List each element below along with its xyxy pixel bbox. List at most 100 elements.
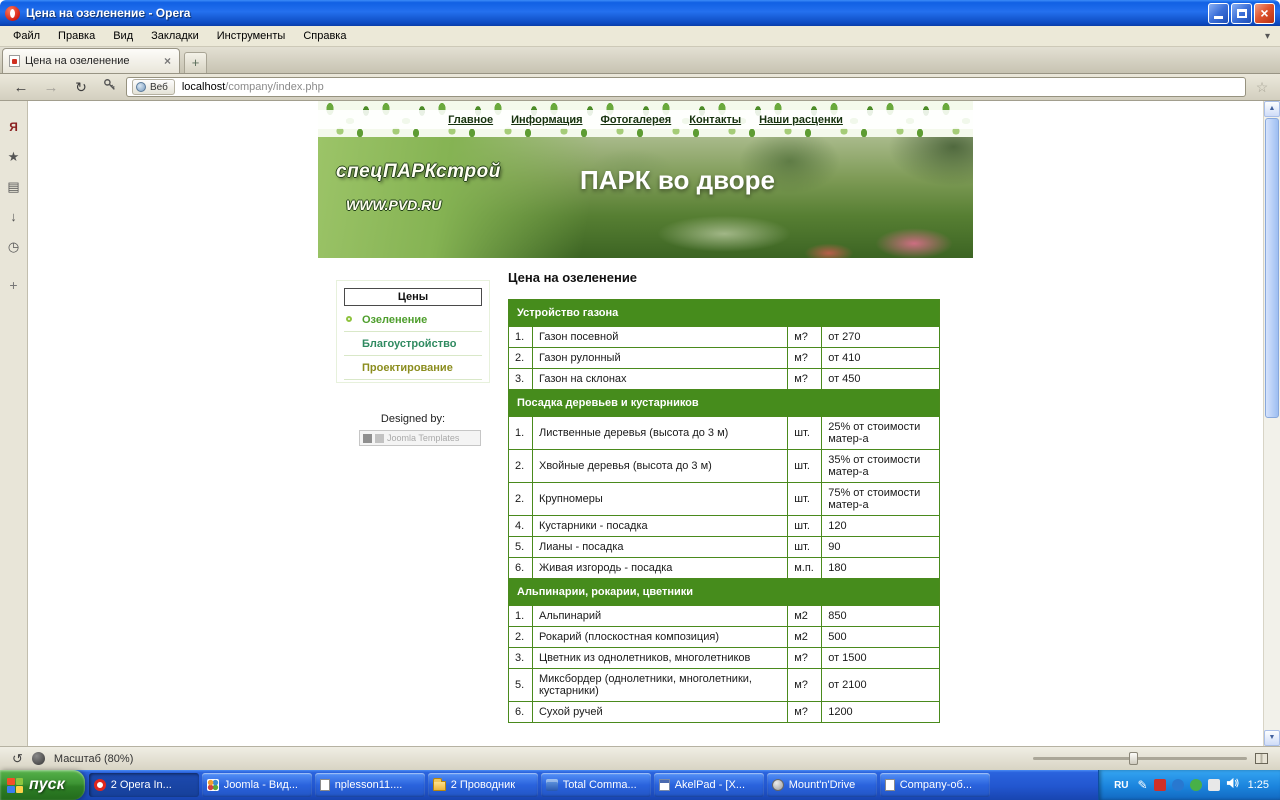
globe-icon [136, 82, 146, 92]
table-row: 2. Крупномеры шт. 75% от стоимости матер… [508, 482, 940, 516]
maximize-icon [1237, 8, 1247, 18]
table-row: 1. Альпинарий м2 850 [508, 605, 940, 627]
cell-unit: шт. [787, 449, 823, 483]
cell-name: Крупномеры [531, 482, 789, 516]
history-panel-icon[interactable]: ◷ [8, 240, 19, 253]
menu-file[interactable]: Файл [4, 27, 49, 45]
status-undo-icon[interactable]: ↺ [12, 751, 23, 767]
close-button[interactable]: × [1254, 2, 1275, 24]
tab-active[interactable]: Цена на озеленение × [2, 48, 180, 73]
taskbar-item-label: 2 Opera In... [110, 779, 172, 791]
scroll-down-icon[interactable]: ▼ [1264, 730, 1280, 746]
nav-link-prices[interactable]: Наши расценки [759, 114, 843, 126]
cell-name: Лианы - посадка [531, 536, 789, 558]
site-page: Главное Информация Фотогалерея Контакты … [318, 101, 973, 746]
zoom-slider-thumb[interactable] [1129, 752, 1139, 765]
cell-number: 2. [508, 626, 533, 648]
zoom-slider[interactable] [1033, 752, 1268, 765]
taskbar-item-opera[interactable]: 2 Opera In... [88, 773, 199, 797]
taskbar-item-explorer[interactable]: 2 Проводник [427, 773, 538, 797]
cell-name: Живая изгородь - посадка [531, 557, 789, 579]
cell-name: Газон рулонный [531, 347, 789, 369]
table-row: 1. Газон посевной м? от 270 [508, 326, 940, 348]
nav-link-info[interactable]: Информация [511, 114, 582, 126]
scrollbar-track[interactable] [1264, 117, 1280, 730]
cell-number: 5. [508, 536, 533, 558]
menu-item-proektirovanie[interactable]: Проектирование [344, 356, 482, 380]
zoom-slider-track[interactable] [1033, 752, 1247, 765]
downloads-panel-icon[interactable]: ↓ [10, 210, 17, 223]
language-indicator[interactable]: RU [1111, 779, 1131, 792]
scroll-up-icon[interactable]: ▲ [1264, 101, 1280, 117]
antivirus-tray-icon[interactable] [1153, 779, 1166, 791]
nav-link-home[interactable]: Главное [448, 114, 493, 126]
cell-unit: м2 [787, 626, 823, 648]
taskbar-item-label: Mount'n'Drive [788, 779, 856, 791]
menu-tools[interactable]: Инструменты [208, 27, 295, 45]
utility-tray-icon[interactable] [1207, 779, 1220, 791]
minimize-button[interactable] [1208, 2, 1229, 24]
taskbar-item-akelpad[interactable]: AkelPad - [X... [653, 773, 764, 797]
opera-logo-icon [5, 5, 20, 21]
add-panel-icon[interactable]: + [9, 278, 17, 292]
site-logo-line2: WWW.PVD.RU [346, 197, 442, 213]
wand-password-icon[interactable] [98, 78, 122, 97]
taskbar-item-joomla[interactable]: Joomla - Вид... [201, 773, 312, 797]
taskbar-item-label: Total Comma... [562, 779, 637, 791]
window-title: Цена на озеленение - Opera [26, 6, 191, 20]
menu-view[interactable]: Вид [104, 27, 142, 45]
menu-item-ozelenenie[interactable]: Озеленение [344, 308, 482, 332]
bookmark-star-icon[interactable]: ☆ [1252, 79, 1272, 96]
address-field[interactable]: Веб localhost/company/index.php [126, 77, 1246, 97]
fit-width-icon[interactable] [1255, 753, 1268, 764]
site-content: Цена на озеленение Устройство газона 1. … [504, 258, 973, 746]
cell-unit: м2 [787, 605, 823, 627]
table-row: 3. Газон на склонах м? от 450 [508, 368, 940, 390]
network-tray-icon[interactable] [1171, 779, 1184, 791]
bookmarks-panel-icon[interactable]: ★ [8, 150, 20, 163]
forward-icon[interactable]: → [38, 79, 64, 96]
taskbar-item-nplesson[interactable]: nplesson11.... [314, 773, 425, 797]
taskbar-item-label: 2 Проводник [450, 779, 516, 791]
back-icon[interactable]: ← [8, 79, 34, 96]
chevron-down-icon[interactable]: ▾ [1265, 31, 1280, 42]
cell-unit: м? [787, 347, 823, 369]
joomla-templates-badge[interactable]: Joomla Templates [359, 430, 481, 446]
cell-price: 1200 [821, 701, 940, 723]
taskbar-item-total-commander[interactable]: Total Comma... [540, 773, 651, 797]
yandex-panel-icon[interactable]: Я [9, 121, 18, 133]
cell-price: от 270 [821, 326, 940, 348]
taskbar-buttons: 2 Opera In... Joomla - Вид... nplesson11… [85, 770, 1098, 800]
security-badge[interactable]: Веб [132, 79, 175, 95]
bullet-circle-icon [346, 316, 352, 322]
nav-link-contacts[interactable]: Контакты [689, 114, 741, 126]
prices-menu: Цены Озеленение Благоустройство Проектир… [336, 280, 490, 383]
table-row: 1. Лиственные деревья (высота до 3 м) шт… [508, 416, 940, 450]
reload-icon[interactable]: ↻ [68, 79, 94, 96]
cell-number: 1. [508, 326, 533, 348]
notes-panel-icon[interactable]: ▤ [7, 180, 19, 193]
pencil-tray-icon[interactable]: ✎ [1138, 779, 1148, 791]
menu-edit[interactable]: Правка [49, 27, 104, 45]
menu-help[interactable]: Справка [294, 27, 355, 45]
tab-close-icon[interactable]: × [162, 54, 173, 68]
taskbar-item-mountndrive[interactable]: Mount'n'Drive [766, 773, 877, 797]
cell-price: от 1500 [821, 647, 940, 669]
taskbar-item-company[interactable]: Company-об... [879, 773, 990, 797]
vertical-scrollbar[interactable]: ▲ ▼ [1263, 101, 1280, 746]
volume-icon[interactable] [1226, 776, 1239, 794]
turbo-icon[interactable] [31, 752, 45, 765]
system-tray: RU ✎ 1:25 [1098, 770, 1280, 800]
menu-bookmarks[interactable]: Закладки [142, 27, 208, 45]
cell-unit: м? [787, 668, 823, 702]
cell-name: Миксбордер (однолетники, многолетники, к… [531, 668, 789, 702]
nav-link-gallery[interactable]: Фотогалерея [601, 114, 672, 126]
new-tab-button[interactable]: + [184, 52, 207, 73]
url-text: localhost/company/index.php [182, 81, 324, 93]
windows-flag-icon [7, 777, 23, 793]
menu-item-blagoustroystvo[interactable]: Благоустройство [344, 332, 482, 356]
scrollbar-thumb[interactable] [1265, 118, 1279, 418]
maximize-button[interactable] [1231, 2, 1252, 24]
messenger-tray-icon[interactable] [1189, 779, 1202, 791]
start-button[interactable]: пуск [0, 770, 85, 800]
